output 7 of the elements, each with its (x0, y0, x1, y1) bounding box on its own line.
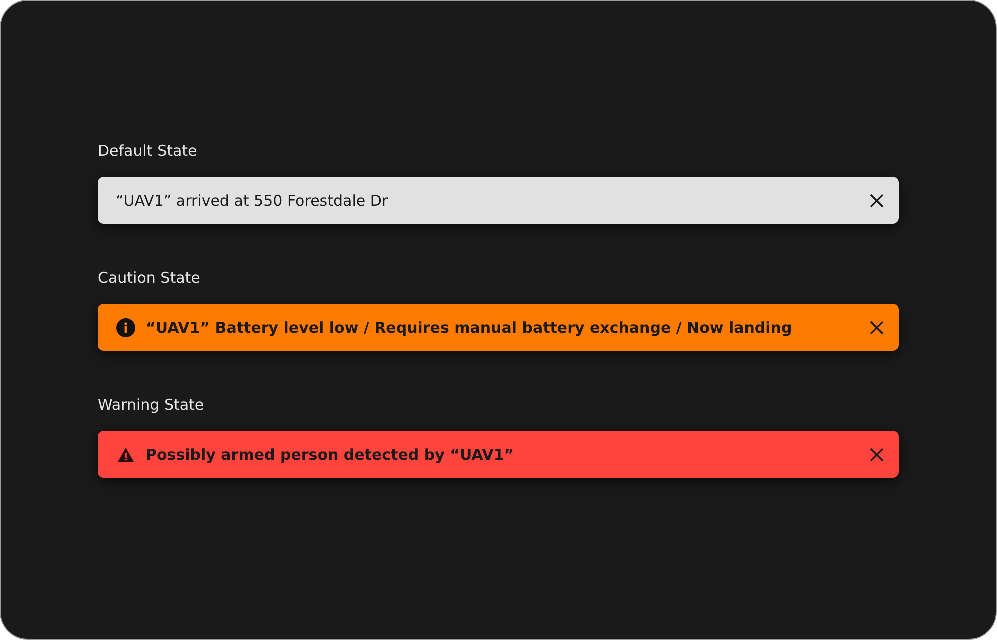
notification-message: “UAV1” Battery level low / Requires manual battery exchange / Now landing (146, 318, 794, 336)
notification-message: Possibly armed person detected by “UAV1” (146, 446, 516, 464)
section-label: Warning State (98, 395, 204, 416)
notification-message: “UAV1” arrived at 550 Forestdale Dr (116, 192, 390, 210)
section-label: Caution State (98, 268, 200, 289)
info-icon (116, 318, 136, 338)
section-label: Default State (98, 141, 198, 162)
